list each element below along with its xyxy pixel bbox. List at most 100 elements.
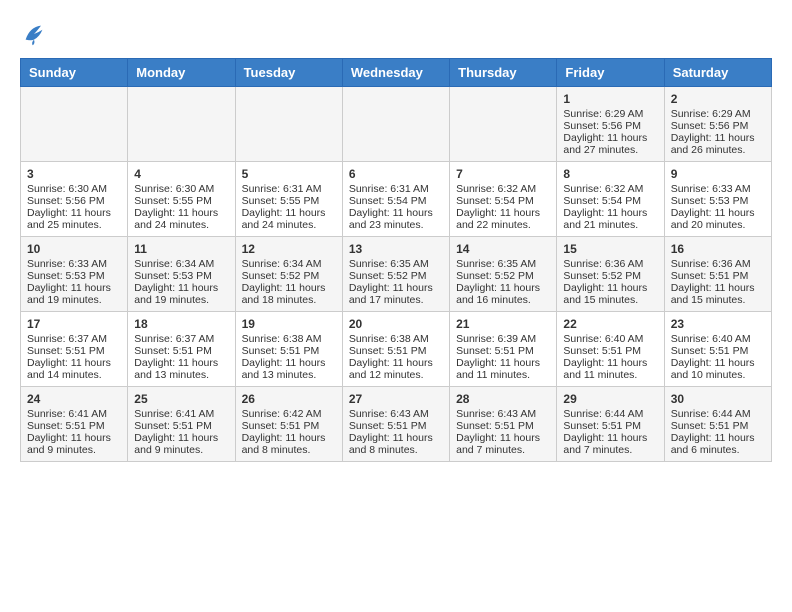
day-number: 2 [671, 92, 765, 106]
header [20, 20, 772, 48]
day-info: Sunrise: 6:44 AM [671, 408, 765, 420]
calendar-cell [235, 87, 342, 162]
calendar-cell: 6Sunrise: 6:31 AMSunset: 5:54 PMDaylight… [342, 162, 449, 237]
day-info: Sunrise: 6:32 AM [563, 183, 657, 195]
calendar-cell [21, 87, 128, 162]
calendar-cell: 24Sunrise: 6:41 AMSunset: 5:51 PMDayligh… [21, 387, 128, 462]
day-number: 29 [563, 392, 657, 406]
week-row-4: 17Sunrise: 6:37 AMSunset: 5:51 PMDayligh… [21, 312, 772, 387]
day-info: Sunrise: 6:35 AM [456, 258, 550, 270]
day-info: Daylight: 11 hours and 21 minutes. [563, 207, 657, 231]
calendar-cell: 26Sunrise: 6:42 AMSunset: 5:51 PMDayligh… [235, 387, 342, 462]
day-info: Daylight: 11 hours and 7 minutes. [456, 432, 550, 456]
day-number: 18 [134, 317, 228, 331]
calendar-cell: 22Sunrise: 6:40 AMSunset: 5:51 PMDayligh… [557, 312, 664, 387]
calendar-cell: 10Sunrise: 6:33 AMSunset: 5:53 PMDayligh… [21, 237, 128, 312]
day-info: Sunrise: 6:36 AM [563, 258, 657, 270]
day-info: Daylight: 11 hours and 24 minutes. [134, 207, 228, 231]
col-header-monday: Monday [128, 59, 235, 87]
day-info: Sunrise: 6:38 AM [349, 333, 443, 345]
day-number: 15 [563, 242, 657, 256]
day-info: Daylight: 11 hours and 26 minutes. [671, 132, 765, 156]
day-number: 4 [134, 167, 228, 181]
day-info: Sunrise: 6:44 AM [563, 408, 657, 420]
day-info: Daylight: 11 hours and 19 minutes. [27, 282, 121, 306]
day-info: Sunrise: 6:34 AM [242, 258, 336, 270]
col-header-sunday: Sunday [21, 59, 128, 87]
day-info: Sunrise: 6:31 AM [349, 183, 443, 195]
calendar-cell: 12Sunrise: 6:34 AMSunset: 5:52 PMDayligh… [235, 237, 342, 312]
calendar-cell [128, 87, 235, 162]
day-info: Sunrise: 6:37 AM [27, 333, 121, 345]
day-info: Daylight: 11 hours and 23 minutes. [349, 207, 443, 231]
day-info: Sunset: 5:53 PM [134, 270, 228, 282]
day-info: Sunset: 5:52 PM [563, 270, 657, 282]
calendar-cell: 23Sunrise: 6:40 AMSunset: 5:51 PMDayligh… [664, 312, 771, 387]
day-number: 19 [242, 317, 336, 331]
calendar-cell: 11Sunrise: 6:34 AMSunset: 5:53 PMDayligh… [128, 237, 235, 312]
day-info: Daylight: 11 hours and 22 minutes. [456, 207, 550, 231]
calendar-cell: 17 Sunrise: 6:37 AMSunset: 5:51 PMDayligh… [21, 312, 128, 387]
calendar-cell: 28Sunrise: 6:43 AMSunset: 5:51 PMDayligh… [450, 387, 557, 462]
col-header-wednesday: Wednesday [342, 59, 449, 87]
day-info: Sunrise: 6:31 AM [242, 183, 336, 195]
calendar-cell: 29Sunrise: 6:44 AMSunset: 5:51 PMDayligh… [557, 387, 664, 462]
calendar-cell: 2Sunrise: 6:29 AMSunset: 5:56 PMDaylight… [664, 87, 771, 162]
day-info: Daylight: 11 hours and 12 minutes. [349, 357, 443, 381]
day-info: Daylight: 11 hours and 24 minutes. [242, 207, 336, 231]
day-number: 13 [349, 242, 443, 256]
day-info: Sunset: 5:55 PM [134, 195, 228, 207]
day-info: Daylight: 11 hours and 6 minutes. [671, 432, 765, 456]
week-row-5: 24Sunrise: 6:41 AMSunset: 5:51 PMDayligh… [21, 387, 772, 462]
day-info: Sunrise: 6:43 AM [456, 408, 550, 420]
day-number: 5 [242, 167, 336, 181]
calendar-cell: 8Sunrise: 6:32 AMSunset: 5:54 PMDaylight… [557, 162, 664, 237]
day-info: Daylight: 11 hours and 14 minutes. [27, 357, 121, 381]
day-info: Sunrise: 6:29 AM [563, 108, 657, 120]
day-info: Sunrise: 6:41 AM [27, 408, 121, 420]
calendar-cell: 30Sunrise: 6:44 AMSunset: 5:51 PMDayligh… [664, 387, 771, 462]
day-number: 10 [27, 242, 121, 256]
day-info: Daylight: 11 hours and 18 minutes. [242, 282, 336, 306]
calendar-cell: 20Sunrise: 6:38 AMSunset: 5:51 PMDayligh… [342, 312, 449, 387]
day-info: Sunset: 5:52 PM [349, 270, 443, 282]
day-info: Sunset: 5:51 PM [456, 420, 550, 432]
day-info: Sunset: 5:51 PM [27, 345, 121, 357]
day-number: 17 [27, 317, 121, 331]
day-info: Sunset: 5:51 PM [671, 420, 765, 432]
col-header-saturday: Saturday [664, 59, 771, 87]
calendar-cell: 3Sunrise: 6:30 AMSunset: 5:56 PMDaylight… [21, 162, 128, 237]
day-number: 14 [456, 242, 550, 256]
day-info: Sunset: 5:51 PM [671, 345, 765, 357]
day-info: Sunrise: 6:41 AM [134, 408, 228, 420]
day-number: 6 [349, 167, 443, 181]
header-row: SundayMondayTuesdayWednesdayThursdayFrid… [21, 59, 772, 87]
day-info: Sunrise: 6:40 AM [563, 333, 657, 345]
day-number: 20 [349, 317, 443, 331]
day-number: 11 [134, 242, 228, 256]
col-header-friday: Friday [557, 59, 664, 87]
day-info: Sunset: 5:55 PM [242, 195, 336, 207]
day-info: Daylight: 11 hours and 25 minutes. [27, 207, 121, 231]
calendar-body: 1Sunrise: 6:29 AMSunset: 5:56 PMDaylight… [21, 87, 772, 462]
day-info: Daylight: 11 hours and 19 minutes. [134, 282, 228, 306]
week-row-2: 3Sunrise: 6:30 AMSunset: 5:56 PMDaylight… [21, 162, 772, 237]
col-header-thursday: Thursday [450, 59, 557, 87]
day-info: Daylight: 11 hours and 8 minutes. [349, 432, 443, 456]
calendar-cell: 16Sunrise: 6:36 AMSunset: 5:51 PMDayligh… [664, 237, 771, 312]
calendar-cell: 1Sunrise: 6:29 AMSunset: 5:56 PMDaylight… [557, 87, 664, 162]
day-info: Daylight: 11 hours and 15 minutes. [563, 282, 657, 306]
calendar-header: SundayMondayTuesdayWednesdayThursdayFrid… [21, 59, 772, 87]
day-info: Sunrise: 6:29 AM [671, 108, 765, 120]
day-info: Sunrise: 6:32 AM [456, 183, 550, 195]
calendar-cell: 21Sunrise: 6:39 AMSunset: 5:51 PMDayligh… [450, 312, 557, 387]
day-info: Daylight: 11 hours and 11 minutes. [563, 357, 657, 381]
day-number: 21 [456, 317, 550, 331]
day-info: Sunset: 5:51 PM [349, 420, 443, 432]
day-number: 26 [242, 392, 336, 406]
day-number: 24 [27, 392, 121, 406]
calendar-cell [342, 87, 449, 162]
day-info: Sunset: 5:51 PM [134, 345, 228, 357]
calendar-cell: 4Sunrise: 6:30 AMSunset: 5:55 PMDaylight… [128, 162, 235, 237]
calendar: SundayMondayTuesdayWednesdayThursdayFrid… [20, 58, 772, 462]
